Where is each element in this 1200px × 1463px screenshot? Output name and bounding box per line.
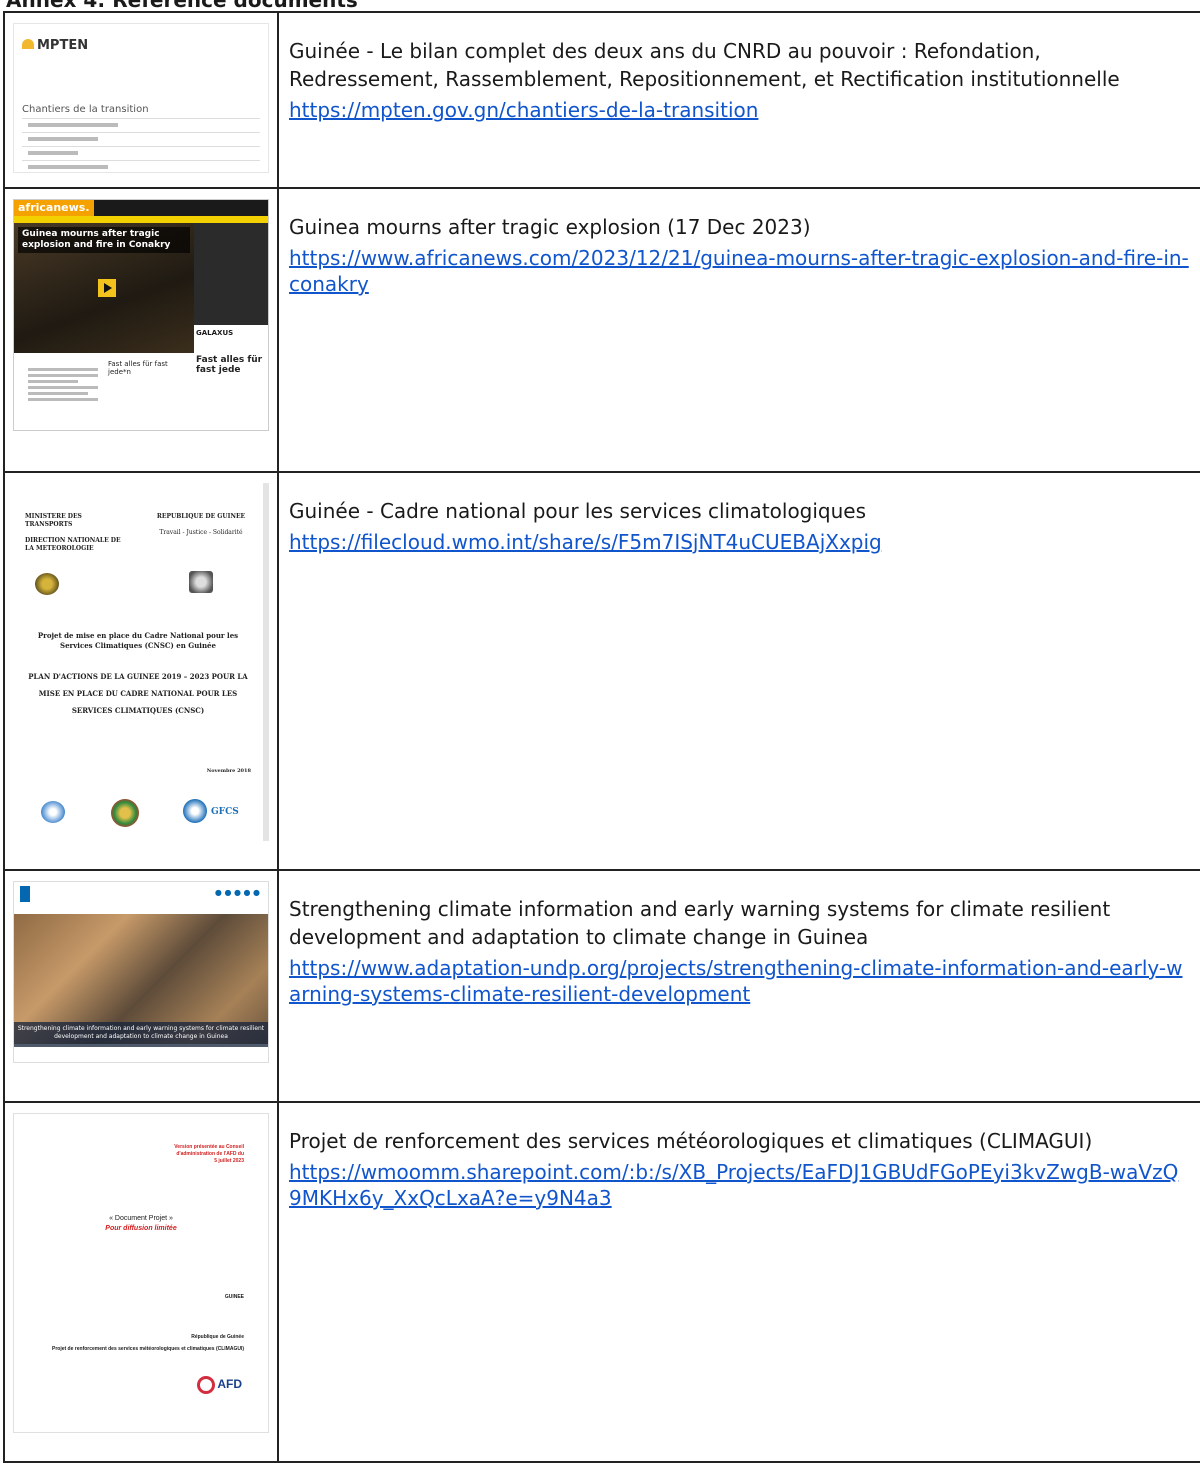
description-cell: Projet de renforcement des services mété… [277,1101,1200,1463]
thumbnail-undp: ● ● ● ● ● Strengthening climate informat… [13,881,269,1063]
table-row: Version présentée au Conseil d'administr… [3,1101,1200,1463]
thumbnail-cell: Version présentée au Conseil d'administr… [3,1101,279,1463]
advertisement: GALAXUS Fast alles für fast jede [194,325,268,430]
reference-link[interactable]: https://mpten.gov.gn/chantiers-de-la-tra… [289,97,1190,123]
un-emblem [41,801,65,823]
document-date: Novembre 2018 [206,768,251,774]
play-icon [98,279,116,297]
table-row: MINISTERE DES TRANSPORTS DIRECTION NATION… [3,471,1200,871]
thumbnail-cell: MPTEN Chantiers de la transition [3,11,279,189]
ecowas-emblem [111,799,139,827]
reference-link[interactable]: https://filecloud.wmo.int/share/s/F5m7IS… [289,529,1190,555]
social-icons: ● ● ● ● ● [214,888,260,897]
plan-title: PLAN D'ACTIONS DE LA GUINEE 2019 – 2023 … [28,672,248,715]
reference-title: Guinée - Cadre national pour les service… [289,499,867,523]
thumbnail-climagui-document: Version présentée au Conseil d'administr… [13,1113,269,1433]
reference-title: Strengthening climate information and ea… [289,897,1111,949]
thumbnail-mpten: MPTEN Chantiers de la transition [13,23,269,173]
project-name: Projet de renforcement des services mété… [52,1346,244,1352]
version-note: Version présentée au Conseil d'administr… [174,1144,244,1164]
gfcs-emblem [183,799,207,823]
table-row: MPTEN Chantiers de la transition Guinée … [3,11,1200,189]
undp-logo [20,886,30,902]
photo-caption: Strengthening climate information and ea… [14,1022,268,1047]
country-label: GUINEE [224,1294,244,1300]
advertisement-small: Fast alles für fast jede*n [108,360,168,376]
afd-logo: AFD [197,1376,242,1394]
republic-label: République de Guinée [191,1334,244,1340]
project-title: Projet de mise en place du Cadre Nationa… [37,631,239,650]
description-cell: Guinea mourns after tragic explosion (17… [277,187,1200,473]
thumbnail-africanews: africanews. Guinea mourns after tragic e… [13,199,269,431]
gfcs-label: GFCS [211,807,239,817]
ministry-heading: MINISTERE DES TRANSPORTS DIRECTION NATION… [25,513,121,552]
description-cell: Guinée - Le bilan complet des deux ans d… [277,11,1200,189]
guinea-emblem [189,571,213,593]
thumbnail-cnsc-document: MINISTERE DES TRANSPORTS DIRECTION NATION… [13,483,269,841]
mpten-logo: MPTEN [22,38,88,53]
africanews-logo: africanews. [14,200,94,216]
reference-table: MPTEN Chantiers de la transition Guinée … [3,11,1200,1463]
reference-link[interactable]: https://wmoomm.sharepoint.com/:b:/s/XB_P… [289,1159,1190,1211]
table-row: africanews. Guinea mourns after tragic e… [3,187,1200,473]
description-cell: Strengthening climate information and ea… [277,869,1200,1103]
republic-heading: REPUBLIQUE DE GUINEE Travail - Justice - … [156,513,246,536]
reference-link[interactable]: https://www.africanews.com/2023/12/21/gu… [289,245,1190,297]
reference-link[interactable]: https://www.adaptation-undp.org/projects… [289,955,1190,1007]
video-headline: Guinea mourns after tragic explosion and… [18,227,190,253]
reference-title: Guinea mourns after tragic explosion (17… [289,215,811,239]
table-row: ● ● ● ● ● Strengthening climate informat… [3,869,1200,1103]
thumbnail-cell: MINISTERE DES TRANSPORTS DIRECTION NATION… [3,471,279,871]
document-label: « Document Projet » Pour diffusion limit… [105,1215,177,1232]
meteorology-emblem [35,573,59,595]
thumbnail-cell: ● ● ● ● ● Strengthening climate informat… [3,869,279,1103]
mpten-heading: Chantiers de la transition [22,104,149,115]
reference-title: Projet de renforcement des services mété… [289,1129,1093,1153]
description-cell: Guinée - Cadre national pour les service… [277,471,1200,871]
thumbnail-cell: africanews. Guinea mourns after tragic e… [3,187,279,473]
video-player: Guinea mourns after tragic explosion and… [14,223,194,353]
reference-title: Guinée - Le bilan complet des deux ans d… [289,39,1120,91]
